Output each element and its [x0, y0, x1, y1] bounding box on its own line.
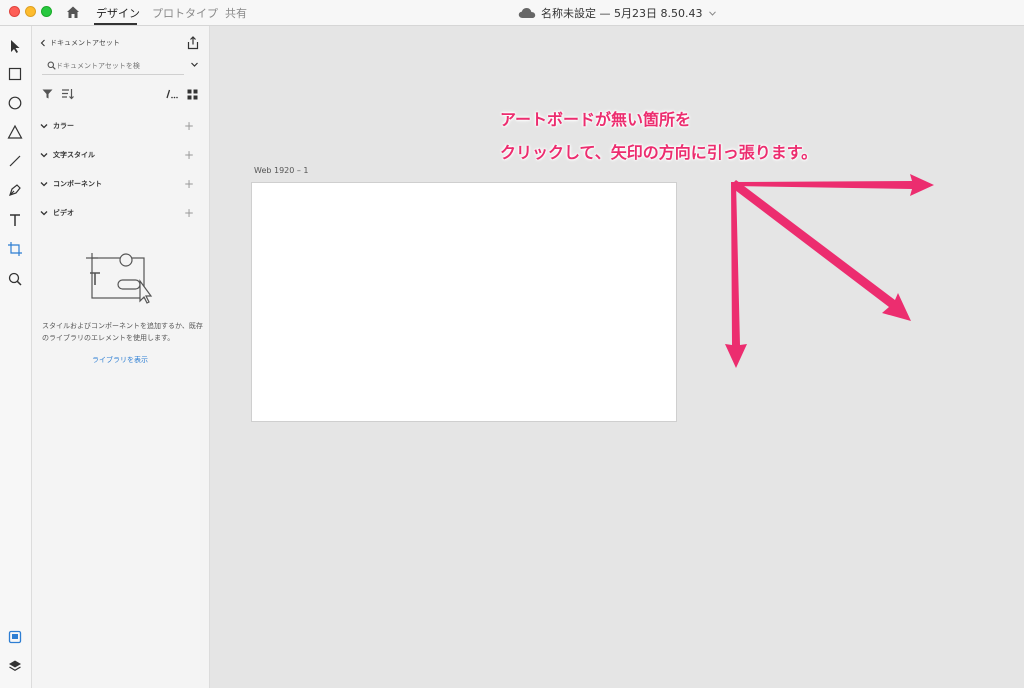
- polygon-tool-icon[interactable]: [7, 124, 23, 140]
- home-icon[interactable]: [65, 4, 81, 20]
- add-video-button[interactable]: +: [184, 207, 194, 219]
- chevron-down-icon[interactable]: [40, 180, 48, 188]
- line-tool-icon[interactable]: [7, 153, 23, 169]
- chevron-down-icon[interactable]: [190, 60, 199, 69]
- tool-bar: [0, 26, 32, 688]
- panel-title: ドキュメントアセット: [50, 39, 120, 47]
- grid-view-icon[interactable]: [187, 89, 198, 100]
- tab-design[interactable]: デザイン: [96, 5, 140, 21]
- annotation-line-2: クリックして、矢印の方向に引っ張ります。: [500, 143, 818, 162]
- sort-icon[interactable]: [61, 88, 74, 100]
- chevron-down-icon[interactable]: [40, 151, 48, 159]
- add-color-button[interactable]: +: [184, 120, 194, 132]
- section-label: ビデオ: [53, 209, 74, 217]
- add-character-style-button[interactable]: +: [184, 149, 194, 161]
- section-components[interactable]: コンポーネント +: [40, 178, 202, 192]
- section-label: カラー: [53, 122, 74, 130]
- assets-panel-icon[interactable]: [8, 630, 22, 644]
- chevron-down-icon[interactable]: [40, 122, 48, 130]
- section-colors[interactable]: カラー +: [40, 120, 202, 134]
- tab-prototype[interactable]: プロトタイプ: [152, 5, 218, 21]
- pen-tool-icon[interactable]: [7, 182, 23, 198]
- view-libraries-link[interactable]: ライブラリを表示: [92, 355, 148, 365]
- chevron-down-icon[interactable]: [40, 209, 48, 217]
- section-video[interactable]: ビデオ +: [40, 207, 202, 221]
- rectangle-tool-icon[interactable]: [7, 66, 23, 82]
- add-component-button[interactable]: +: [184, 178, 194, 190]
- annotation-line-1: アートボードが無い箇所を: [500, 110, 692, 129]
- export-share-icon[interactable]: [186, 36, 200, 50]
- zoom-tool-icon[interactable]: [7, 271, 23, 287]
- document-assets-panel: ドキュメントアセット カラー + 文字スタイル + コンポーネント + ビデオ …: [32, 26, 210, 688]
- active-tab-indicator: [94, 23, 137, 25]
- search-icon: [47, 61, 56, 70]
- document-title-text: 名称未設定 — 5月23日 8.50.43: [541, 7, 703, 20]
- artboard-label[interactable]: Web 1920 – 1: [254, 166, 309, 175]
- asset-search-field[interactable]: [42, 57, 184, 75]
- tab-share[interactable]: 共有: [225, 5, 247, 21]
- chevron-left-icon[interactable]: [40, 39, 46, 47]
- section-label: コンポーネント: [53, 180, 102, 188]
- zoom-window-button[interactable]: [41, 6, 52, 17]
- ellipse-tool-icon[interactable]: [7, 95, 23, 111]
- artboard[interactable]: [251, 182, 677, 422]
- minimize-window-button[interactable]: [25, 6, 36, 17]
- panel-header[interactable]: ドキュメントアセット: [40, 38, 120, 48]
- document-title[interactable]: 名称未設定 — 5月23日 8.50.43: [518, 5, 717, 21]
- select-tool-icon[interactable]: [7, 38, 23, 54]
- artboard-tool-icon[interactable]: [7, 241, 23, 257]
- layers-panel-icon[interactable]: [8, 659, 22, 673]
- list-view-icon[interactable]: [166, 89, 178, 99]
- empty-assets-message: スタイルおよびコンポーネントを追加するか、既存のライブラリのエレメントを使用しま…: [42, 322, 203, 342]
- cloud-icon: [518, 8, 536, 18]
- title-bar: デザイン プロトタイプ 共有 名称未設定 — 5月23日 8.50.43: [0, 0, 1024, 26]
- section-label: 文字スタイル: [53, 151, 95, 159]
- filter-icon[interactable]: [42, 89, 53, 99]
- chevron-down-icon[interactable]: [709, 10, 717, 16]
- close-window-button[interactable]: [9, 6, 20, 17]
- asset-search-input[interactable]: [56, 61, 166, 70]
- empty-assets-illustration: [86, 253, 153, 304]
- section-character-styles[interactable]: 文字スタイル +: [40, 149, 202, 163]
- text-tool-icon[interactable]: [7, 212, 23, 228]
